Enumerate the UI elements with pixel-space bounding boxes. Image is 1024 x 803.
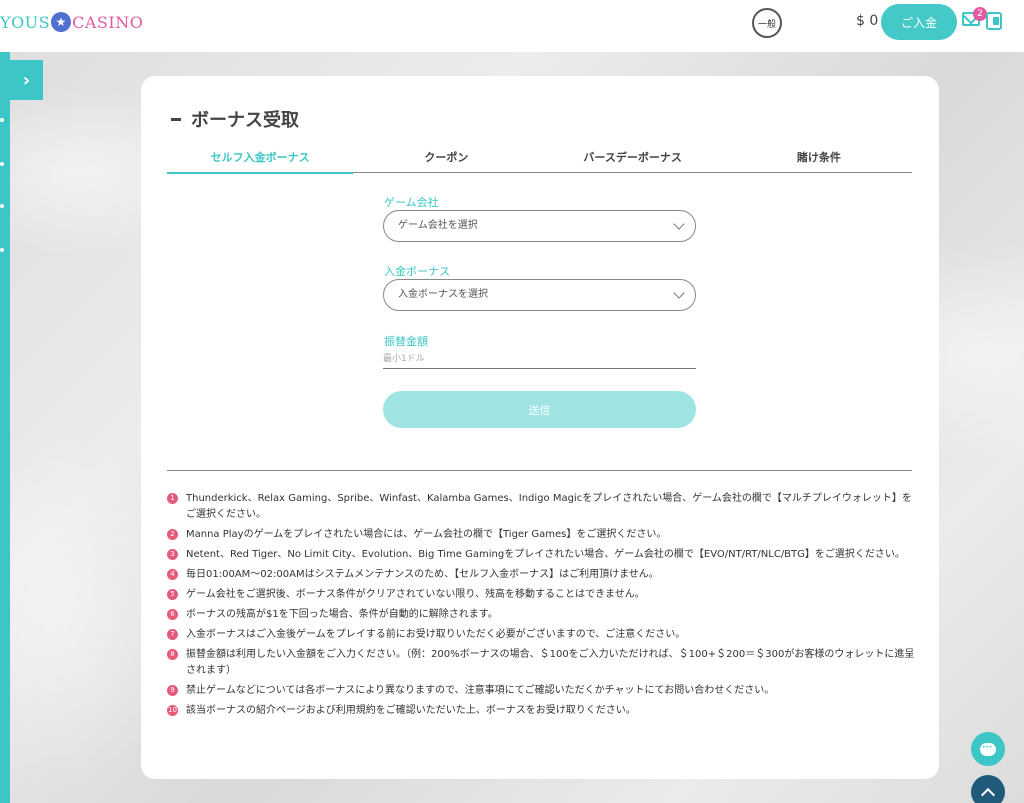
game-company-label: ゲーム会社 <box>384 196 439 209</box>
note-text: 振替金額は利用したい入金額をご入力ください。（例：200%ボーナスの場合、＄10… <box>186 649 915 676</box>
tab-birthday-bonus[interactable]: バースデーボーナス <box>540 150 726 172</box>
language-button[interactable]: 一般 <box>752 8 782 38</box>
list-item: 9 禁止ゲームなどについては各ボーナスにより異なりますので、注意事項にてご確認いた… <box>167 683 915 699</box>
title-dash-icon <box>171 117 181 121</box>
list-item: 5 ゲーム会社をご選択後、ボーナス条件がクリアされていない限り、残高を移動すること… <box>167 587 915 603</box>
chevron-down-icon <box>673 218 685 230</box>
list-item: 4 毎日01:00AM〜02:00AMはシステムメンテナンスのため、【セルフ入金ボ… <box>167 567 915 583</box>
logo-text-left: YOUS <box>0 12 51 32</box>
sidebar-dot-icon[interactable] <box>0 204 4 208</box>
note-text: 禁止ゲームなどについては各ボーナスにより異なりますので、注意事項にてご確認いただ… <box>186 685 775 696</box>
list-item: 8 振替金額は利用したい入金額をご入力ください。（例：200%ボーナスの場合、＄1… <box>167 647 915 679</box>
note-text: ゲーム会社をご選択後、ボーナス条件がクリアされていない限り、残高を移動することは… <box>186 589 645 600</box>
deposit-bonus-select[interactable]: 入金ボーナスを選択 <box>383 279 696 311</box>
logout-icon[interactable] <box>986 12 1002 30</box>
deposit-button[interactable]: ご入金 <box>881 4 957 40</box>
site-logo[interactable]: YOUS ★ CASINO <box>0 10 143 34</box>
tab-self-deposit-bonus[interactable]: セルフ入金ボーナス <box>167 150 354 174</box>
divider <box>167 470 912 471</box>
number-badge: 7 <box>167 629 178 640</box>
chevron-up-icon <box>980 787 996 803</box>
amount-label: 振替金額 <box>384 335 428 348</box>
scroll-top-button[interactable] <box>971 775 1005 803</box>
note-text: Netent、Red Tiger、No Limit City、Evolution… <box>186 549 905 560</box>
number-badge: 1 <box>167 493 178 504</box>
note-text: Thunderkick、Relax Gaming、Spribe、Winfast、… <box>186 493 912 520</box>
chevron-right-icon: › <box>22 69 31 91</box>
number-badge: 2 <box>167 529 178 540</box>
number-badge: 4 <box>167 569 178 580</box>
amount-input[interactable] <box>383 349 696 369</box>
submit-button[interactable]: 送信 <box>383 391 696 428</box>
list-item: 6 ボーナスの残高が$1を下回った場合、条件が自動的に解除されます。 <box>167 607 915 623</box>
list-item: 1 Thunderkick、Relax Gaming、Spribe、Winfast… <box>167 491 915 523</box>
game-company-select[interactable]: ゲーム会社を選択 <box>383 210 696 242</box>
list-item: 10 該当ボーナスの紹介ページおよび利用規約をご確認いただいた上、ボーナスをお受け… <box>167 703 915 719</box>
bonus-card: ボーナス受取 セルフ入金ボーナス クーポン バースデーボーナス 賭け条件 ゲーム… <box>141 76 939 779</box>
number-badge: 10 <box>167 705 178 716</box>
bonus-tabs: セルフ入金ボーナス クーポン バースデーボーナス 賭け条件 <box>167 150 912 174</box>
sidebar-dot-icon[interactable] <box>0 118 4 122</box>
note-text: 該当ボーナスの紹介ページおよび利用規約をご確認いただいた上、ボーナスをお受け取り… <box>186 705 636 716</box>
top-header: YOUS ★ CASINO 一般 $ 0 ご入金 2 <box>0 0 1024 52</box>
tab-coupon[interactable]: クーポン <box>353 150 539 172</box>
number-badge: 8 <box>167 649 178 660</box>
note-text: 入金ボーナスはご入金後ゲームをプレイする前にお受け取りいただく必要がございますの… <box>186 629 686 640</box>
tab-wagering[interactable]: 賭け条件 <box>726 150 912 172</box>
note-text: Manna Playのゲームをプレイされたい場合には、ゲーム会社の欄で【Tige… <box>186 529 667 540</box>
page-title-text: ボーナス受取 <box>191 110 299 131</box>
notes-list: 1 Thunderkick、Relax Gaming、Spribe、Winfast… <box>167 491 915 723</box>
list-item: 3 Netent、Red Tiger、No Limit City、Evolutio… <box>167 547 915 563</box>
sidebar-expand-button[interactable]: › <box>10 60 43 100</box>
logo-text-right: CASINO <box>72 12 144 32</box>
sidebar-dot-icon[interactable] <box>0 248 4 252</box>
note-text: ボーナスの残高が$1を下回った場合、条件が自動的に解除されます。 <box>186 609 498 620</box>
note-text: 毎日01:00AM〜02:00AMはシステムメンテナンスのため、【セルフ入金ボー… <box>186 569 659 580</box>
game-company-select-value: ゲーム会社を選択 <box>398 220 478 231</box>
number-badge: 6 <box>167 609 178 620</box>
deposit-bonus-label: 入金ボーナス <box>384 265 450 278</box>
balance-display: $ 0 <box>856 13 879 29</box>
number-badge: 9 <box>167 685 178 696</box>
list-item: 2 Manna Playのゲームをプレイされたい場合には、ゲーム会社の欄で【Tig… <box>167 527 915 543</box>
star-icon: ★ <box>51 12 72 32</box>
chat-button[interactable] <box>971 732 1005 766</box>
mail-badge: 2 <box>973 7 987 21</box>
sidebar-dot-icon[interactable] <box>0 162 4 166</box>
number-badge: 3 <box>167 549 178 560</box>
deposit-bonus-select-value: 入金ボーナスを選択 <box>398 289 488 300</box>
page-title: ボーナス受取 <box>171 106 299 132</box>
number-badge: 5 <box>167 589 178 600</box>
chat-bubble-icon <box>980 742 996 756</box>
chevron-down-icon <box>673 287 685 299</box>
language-label: 一般 <box>757 19 776 30</box>
list-item: 7 入金ボーナスはご入金後ゲームをプレイする前にお受け取りいただく必要がございます… <box>167 627 915 643</box>
left-sidebar-rail <box>0 52 10 803</box>
